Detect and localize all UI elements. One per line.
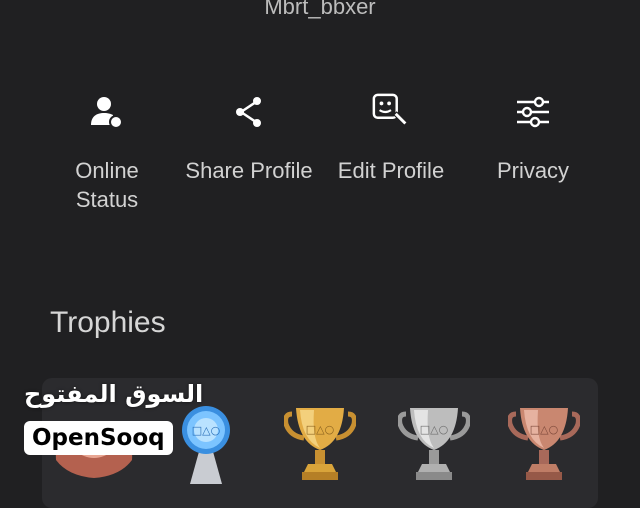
- share-profile-label: Share Profile: [185, 158, 313, 183]
- watermark-opensooq: OpenSooq: [24, 421, 173, 455]
- online-status-icon: [87, 92, 127, 132]
- edit-profile-button[interactable]: Edit Profile: [320, 92, 462, 214]
- privacy-label: Privacy: [496, 158, 570, 183]
- privacy-button[interactable]: Privacy: [462, 92, 604, 214]
- share-profile-button[interactable]: Share Profile: [178, 92, 320, 214]
- share-icon: [229, 92, 269, 132]
- trophy-silver-icon: □△○: [397, 400, 471, 484]
- sliders-icon: [513, 92, 553, 132]
- edit-profile-icon: [371, 92, 411, 132]
- profile-actions: Online Status Share Profile Edit Profile: [36, 92, 604, 214]
- edit-profile-label: Edit Profile: [337, 158, 445, 183]
- trophy-gold-icon: □△○: [283, 400, 357, 484]
- trophy-platinum-icon: □△○: [178, 404, 234, 488]
- svg-text:□△○: □△○: [306, 423, 334, 436]
- svg-text:□△○: □△○: [192, 424, 220, 437]
- svg-text:□△○: □△○: [420, 423, 448, 436]
- watermark-arabic: السوق المفتوح: [24, 380, 204, 408]
- profile-username: Mbrt_bbxer: [264, 0, 376, 19]
- online-status-button[interactable]: Online Status: [36, 92, 178, 214]
- online-status-label: Online Status: [75, 158, 139, 212]
- trophies-heading: Trophies: [50, 306, 166, 339]
- svg-text:□△○: □△○: [530, 423, 558, 436]
- trophy-bronze-icon: □△○: [507, 400, 581, 484]
